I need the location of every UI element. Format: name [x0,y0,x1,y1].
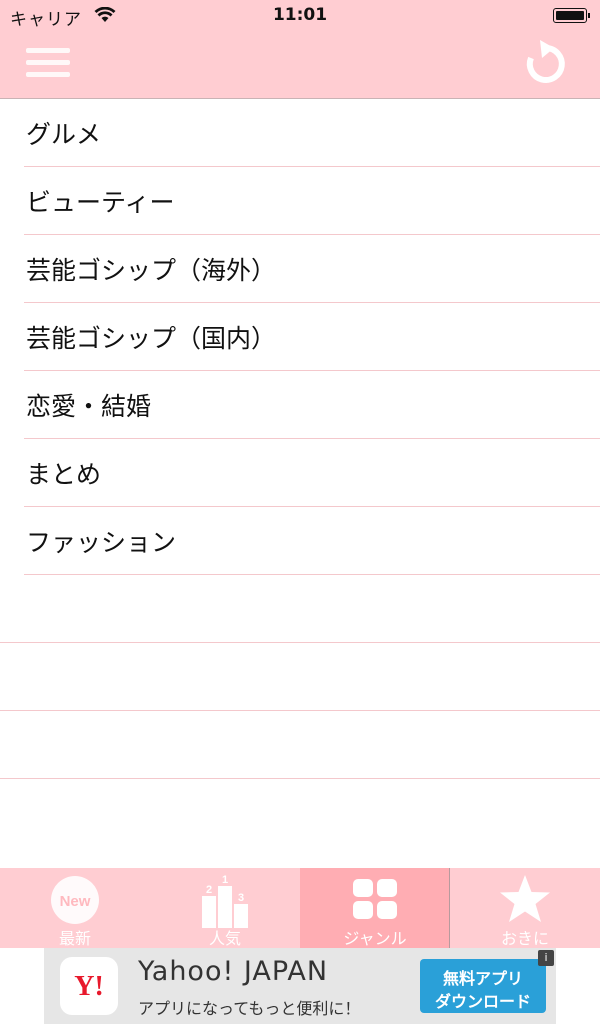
refresh-button[interactable] [520,38,572,90]
tab-label: 人気 [208,929,241,948]
genre-label: まとめ [26,460,102,489]
hamburger-icon [26,60,70,65]
genre-row-gossip-domestic[interactable]: 芸能ゴシップ（国内） [24,303,600,371]
genre-label: ビューティー [26,188,175,217]
svg-text:2: 2 [206,884,212,896]
genre-label: グルメ [26,120,102,149]
empty-row [0,575,600,643]
tab-label: ジャンル [343,929,407,948]
tab-popular[interactable]: 2 1 3 人気 [150,868,300,948]
ad-info-icon[interactable]: i [538,950,554,966]
ad-banner-area: Y! Yahoo! JAPAN アプリになってもっと便利に！ 無料アプリ ダウン… [0,948,600,1024]
ad-subtitle: アプリになってもっと便利に！ [138,999,361,1018]
podium-icon: 2 1 3 [202,874,248,928]
navigation-bar: キャリア 11:01 [0,0,600,99]
empty-row [0,711,600,779]
genre-row-gourmet[interactable]: グルメ [24,99,600,167]
tab-latest[interactable]: New 最新 [0,868,150,948]
yahoo-logo-icon: Y! [60,957,118,1015]
tab-bar: New 最新 2 1 3 人気 ジャンル おきに [0,868,600,948]
genre-row-gossip-overseas[interactable]: 芸能ゴシップ（海外） [24,235,600,303]
menu-button[interactable] [26,46,70,80]
svg-text:1: 1 [222,874,228,886]
tab-genre[interactable]: ジャンル [300,868,450,948]
ad-title: Yahoo! JAPAN [138,956,329,987]
svg-text:New: New [60,893,91,910]
genre-label: 芸能ゴシップ（国内） [26,324,277,353]
status-bar: キャリア 11:01 [0,0,600,32]
genre-label: 恋愛・結婚 [26,392,152,421]
ad-download-button[interactable]: 無料アプリ ダウンロード [420,959,546,1013]
hamburger-icon [26,48,70,53]
genre-row-beauty[interactable]: ビューティー [24,167,600,235]
genre-row-fashion[interactable]: ファッション [24,507,600,575]
ad-banner[interactable]: Y! Yahoo! JAPAN アプリになってもっと便利に！ 無料アプリ ダウン… [44,948,556,1024]
battery-icon [553,8,590,23]
status-time: 11:01 [272,5,328,25]
refresh-icon [540,40,554,58]
genre-row-love-marriage[interactable]: 恋愛・結婚 [24,371,600,439]
star-icon [500,875,550,922]
empty-row [0,643,600,711]
genre-label: ファッション [26,528,177,557]
new-badge-icon: New [51,876,99,924]
genre-list: グルメ ビューティー 芸能ゴシップ（海外） 芸能ゴシップ（国内） 恋愛・結婚 ま… [0,99,600,779]
genre-row-matome[interactable]: まとめ [24,439,600,507]
tab-label: おきに [500,929,549,948]
svg-text:3: 3 [238,892,244,904]
hamburger-icon [26,72,70,77]
grid-icon [353,879,397,919]
tab-label: 最新 [58,929,91,948]
genre-label: 芸能ゴシップ（海外） [26,256,277,285]
tab-favorites[interactable]: おきに [450,868,600,948]
